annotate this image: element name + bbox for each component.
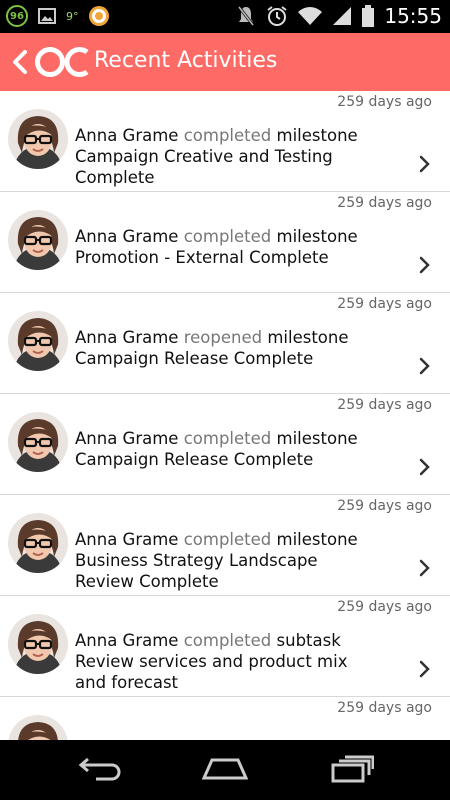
activity-text: Anna Grame completed milestone Campaign … [75, 125, 375, 188]
navigation-bar [0, 740, 450, 800]
activity-text: Anna Grame completed milestone Campaign … [75, 428, 375, 470]
activity-time: 259 days ago [337, 599, 432, 615]
chevron-right-icon[interactable] [418, 255, 432, 275]
chevron-right-icon[interactable] [418, 356, 432, 376]
home-nav-icon[interactable] [202, 755, 248, 781]
activity-text: Anna Grame completed subtask Review serv… [75, 630, 375, 693]
activity-user: Anna Grame [75, 429, 179, 448]
activity-text: Anna Grame reopened milestone Campaign R… [75, 327, 375, 369]
alarm-icon [267, 6, 287, 26]
activity-text: Anna Grame completed milestone Business … [75, 529, 375, 592]
activity-verb: reopened [183, 328, 263, 347]
page-title: Recent Activities [94, 48, 278, 73]
activity-item[interactable]: 259 days ago [0, 697, 450, 740]
activity-item[interactable]: 259 days ago Anna Grame completed milest… [0, 495, 450, 596]
activity-object-type: milestone [276, 227, 358, 246]
activity-time: 259 days ago [337, 296, 432, 312]
activity-user: Anna Grame [75, 530, 179, 549]
activity-time: 259 days ago [337, 94, 432, 110]
activity-item[interactable]: 259 days ago Anna Grame completed milest… [0, 192, 450, 293]
activity-object-type: milestone [276, 126, 358, 145]
activity-time: 259 days ago [337, 397, 432, 413]
activity-text: Anna Grame completed milestone Promotion… [75, 226, 375, 268]
avatar [8, 311, 68, 371]
signal-icon [333, 7, 352, 25]
activity-object-type: milestone [276, 530, 358, 549]
chevron-right-icon[interactable] [418, 154, 432, 174]
activity-verb: completed [183, 530, 272, 549]
activity-user: Anna Grame [75, 126, 179, 145]
activity-verb: completed [183, 126, 272, 145]
wifi-icon [298, 7, 323, 25]
activity-object-name: Campaign Creative and Testing Complete [75, 147, 333, 187]
activity-user: Anna Grame [75, 328, 179, 347]
app-logo-icon [35, 47, 89, 77]
activity-verb: completed [183, 631, 272, 650]
activity-text [75, 731, 375, 740]
activity-time: 259 days ago [337, 195, 432, 211]
activity-object-name: Campaign Release Complete [75, 349, 314, 368]
activity-user: Anna Grame [75, 227, 179, 246]
activity-item[interactable]: 259 days ago Anna Grame reopened milesto… [0, 293, 450, 394]
activity-list[interactable]: 259 days ago Anna Grame completed milest… [0, 91, 450, 740]
temperature-text: 9° [66, 9, 79, 23]
recent-apps-icon[interactable] [330, 755, 374, 783]
activity-user: Anna Grame [75, 631, 179, 650]
activity-object-type: milestone [276, 429, 358, 448]
activity-object-name: Review services and product mix and fore… [75, 652, 348, 692]
activity-object-type: subtask [276, 631, 341, 650]
activity-object-name: Promotion - External Complete [75, 248, 329, 267]
battery-icon [362, 5, 375, 27]
activity-verb: completed [183, 227, 272, 246]
avatar [8, 715, 68, 740]
avatar [8, 210, 68, 270]
activity-time: 259 days ago [337, 700, 432, 716]
activity-item[interactable]: 259 days ago Anna Grame completed milest… [0, 394, 450, 495]
activity-object-name: Campaign Release Complete [75, 450, 314, 469]
activity-verb: completed [183, 429, 272, 448]
activity-object-name: Business Strategy Landscape Review Compl… [75, 551, 318, 591]
activity-object-type: milestone [267, 328, 349, 347]
chevron-right-icon[interactable] [418, 659, 432, 679]
app-notification-icon [88, 6, 109, 26]
avatar [8, 109, 68, 169]
chevron-right-icon[interactable] [418, 558, 432, 578]
activity-item[interactable]: 259 days ago Anna Grame completed subtas… [0, 596, 450, 697]
back-nav-icon[interactable] [78, 755, 122, 783]
app-bar: Recent Activities [0, 33, 450, 91]
chevron-right-icon[interactable] [418, 457, 432, 477]
back-icon[interactable] [8, 49, 34, 75]
image-icon [38, 8, 56, 24]
activity-time: 259 days ago [337, 498, 432, 514]
status-bar: 96 9° 15:55 [0, 0, 450, 33]
activity-item[interactable]: 259 days ago Anna Grame completed milest… [0, 91, 450, 192]
notification-badge: 96 [6, 5, 28, 27]
avatar [8, 513, 68, 573]
avatar [8, 412, 68, 472]
avatar [8, 614, 68, 674]
mute-icon [238, 6, 255, 26]
clock-text: 15:55 [384, 4, 442, 28]
